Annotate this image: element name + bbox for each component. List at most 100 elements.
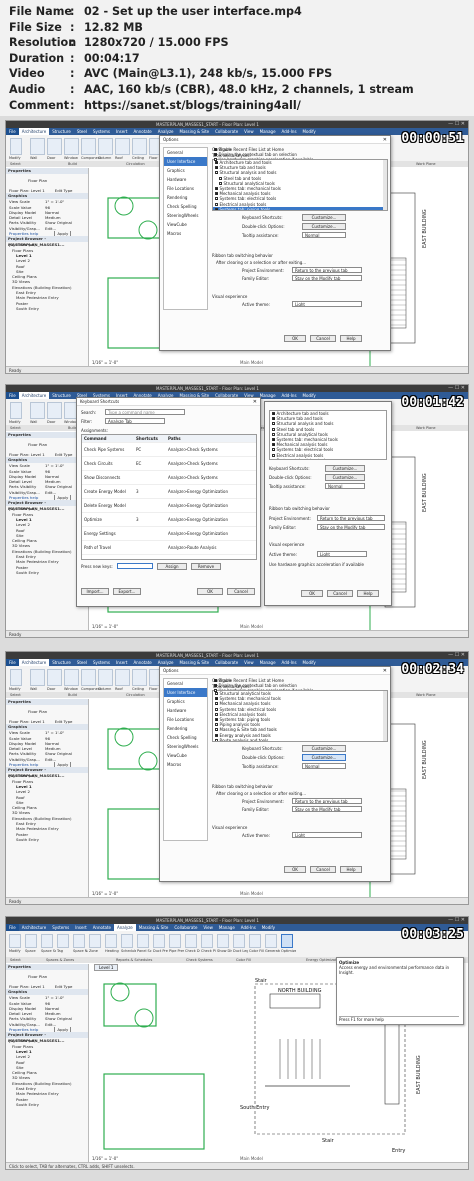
double-click-customize-button[interactable]: Customize... [325,474,365,481]
ok-button[interactable]: OK [284,866,306,873]
ok-button[interactable]: OK [301,590,323,597]
checkbox[interactable] [215,728,218,732]
checkbox[interactable] [215,187,218,191]
tooltip-assistance-select[interactable]: Normal [302,763,346,769]
checkbox[interactable] [272,427,275,431]
tab-architecture[interactable]: Architecture [19,924,50,931]
checkbox[interactable] [219,181,222,185]
tab-steel[interactable]: Steel [74,659,90,666]
duct-legend-button[interactable] [233,934,245,948]
options-nav-user-interface[interactable]: User Interface [164,688,207,697]
check-pipe-systems-button[interactable] [201,934,213,948]
options-nav-rendering[interactable]: Rendering [164,193,207,202]
close-icon[interactable]: ✕ [253,398,257,406]
column-header[interactable]: Shortcuts [136,435,168,442]
assignment-row[interactable]: Check Pipe Systems PC Analyze>Check System… [82,443,256,457]
checkbox[interactable] [272,412,275,416]
tab-massing-site[interactable]: Massing & Site [136,924,172,931]
cancel-button[interactable]: Cancel [310,335,336,342]
roof-button[interactable] [115,138,130,155]
wall-button[interactable] [30,138,45,155]
checkbox[interactable] [272,432,275,436]
tab-view[interactable]: View [200,924,216,931]
view-control-bar[interactable]: 1/16" = 1'-0" [92,624,118,629]
cancel-button[interactable]: Cancel [327,590,353,597]
remove-button[interactable]: Remove [191,563,221,570]
checkbox[interactable] [214,689,217,693]
modify-button[interactable] [9,934,21,948]
window-controls[interactable]: — ☐ ✕ [448,385,465,392]
zone-button[interactable] [89,934,101,948]
checkbox[interactable] [215,697,218,701]
tools-checkbox-row[interactable]: Route analysis and tools [213,738,387,741]
tab-view[interactable]: View [241,128,257,135]
tools-checkbox-row[interactable]: Systems tab: piping tools [270,458,386,459]
wall-button[interactable] [30,402,45,419]
tab-architecture[interactable]: Architecture [18,392,50,399]
edit-type-button[interactable]: Edit Type [55,452,73,457]
options-nav-macros[interactable]: Macros [164,229,207,238]
checkbox[interactable] [272,453,275,457]
options-nav-hardware[interactable]: Hardware [164,706,207,715]
filter-select[interactable]: Analyze Tab [105,418,165,424]
optimize-button[interactable] [281,934,293,948]
tab-file[interactable]: File [6,659,19,666]
assignment-row[interactable]: Check Circuits EC Analyze>Check Systems [82,457,256,471]
tab-systems[interactable]: Systems [90,659,113,666]
checkbox[interactable] [215,738,218,741]
tab-modify[interactable]: Modify [259,924,278,931]
ok-button[interactable]: OK [284,335,306,342]
export-button[interactable]: Export... [113,588,141,595]
edit-type-button[interactable]: Edit Type [55,188,73,193]
checkbox[interactable] [215,166,218,170]
checkbox[interactable] [215,171,218,175]
tab-analyze[interactable]: Analyze [155,659,177,666]
tag-button[interactable] [57,934,69,948]
active-theme-select[interactable]: Light [292,832,362,838]
checkbox[interactable] [214,153,217,157]
tab-systems[interactable]: Systems [90,128,113,135]
assignment-row[interactable]: Path of Travel Analyze>Route Analysis [82,541,256,555]
checkbox[interactable] [215,161,218,165]
view-tab[interactable]: Level 1 [94,964,119,971]
show-disconnects-button[interactable] [217,934,229,948]
ok-button[interactable]: OK [197,588,223,595]
active-theme-select[interactable]: Light [292,301,362,307]
tab-add-ins[interactable]: Add-Ins [279,392,300,399]
tab-annotate[interactable]: Annotate [90,924,114,931]
panel-schedules-button[interactable] [137,934,149,948]
family-editor-select[interactable]: Stay on the Modify tab [292,275,362,281]
keyboard-customize-button[interactable]: Customize... [302,214,346,221]
browser-item[interactable]: South Entry [6,306,88,311]
tab-massing-site[interactable]: Massing & Site [177,659,213,666]
cancel-button[interactable]: Cancel [227,588,255,595]
column-header[interactable]: Paths [168,435,256,442]
view-scale[interactable]: 1/16" = 1'-0" [92,1156,118,1161]
help-button[interactable]: Help [340,335,362,342]
active-theme-select[interactable]: Light [317,551,367,557]
checkbox[interactable] [215,733,218,737]
apply-button[interactable]: Apply [54,495,72,501]
checkbox[interactable] [219,176,222,180]
assignment-row[interactable]: Show Disconnects Analyze>Check Systems [82,471,256,485]
cancel-button[interactable]: Cancel [310,866,336,873]
checkbox[interactable] [272,417,275,421]
tools-list-scrollbar[interactable] [383,691,387,741]
tab-manage[interactable]: Manage [257,128,279,135]
column-header[interactable]: Command [82,435,136,442]
tab-analyze[interactable]: Analyze [114,924,136,931]
window-button[interactable] [64,138,79,155]
tab-annotate[interactable]: Annotate [130,128,154,135]
tab-add-ins[interactable]: Add-Ins [238,924,259,931]
options-nav-graphics[interactable]: Graphics [164,166,207,175]
options-nav-viewcube[interactable]: ViewCube [164,220,207,229]
options-nav-rendering[interactable]: Rendering [164,724,207,733]
tab-insert[interactable]: Insert [113,128,130,135]
checkbox[interactable] [214,679,217,683]
options-nav-check-spelling[interactable]: Check Spelling [164,202,207,211]
window-controls[interactable]: — ☐ ✕ [448,917,465,924]
checkbox[interactable] [272,422,275,426]
tab-structure[interactable]: Structure [49,128,74,135]
assignment-row[interactable]: Optimize 3 Analyze>Energy Optimization [82,513,256,527]
color-fill-legend-button[interactable] [249,934,261,948]
